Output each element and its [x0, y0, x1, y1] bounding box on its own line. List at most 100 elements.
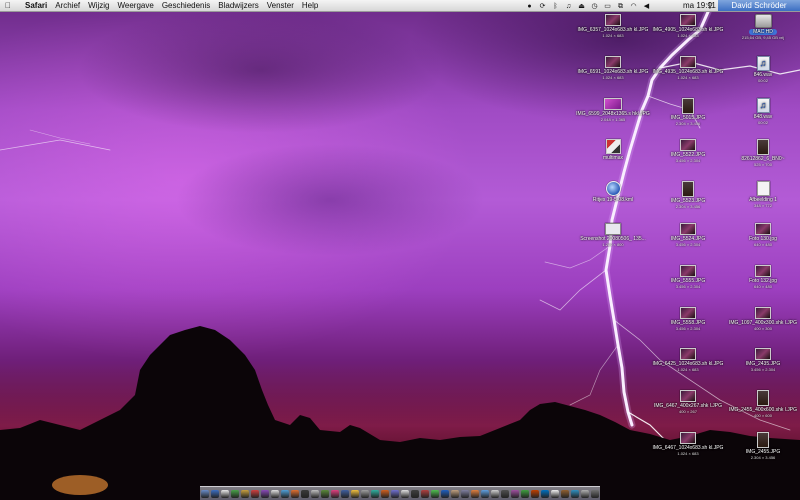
- dock-app-icon[interactable]: [211, 490, 219, 498]
- screen-sharing-icon[interactable]: ⧉: [616, 1, 625, 12]
- menu-weergave[interactable]: Weergave: [117, 0, 153, 11]
- desktop-icon[interactable]: IMG_5558.JPG 3.456 × 2.304: [648, 306, 728, 332]
- apple-menu-icon[interactable]: : [5, 0, 13, 11]
- desktop-icon[interactable]: multimax: [573, 139, 653, 161]
- dock-app-icon[interactable]: [581, 490, 589, 498]
- desktop-icon[interactable]: IMG_2435.JPG 3.456 × 2.304: [723, 348, 800, 373]
- dock-app-icon[interactable]: [531, 490, 539, 498]
- dock-app-icon[interactable]: [311, 490, 319, 498]
- dock-app-icon[interactable]: [241, 490, 249, 498]
- music-note-icon[interactable]: ♫: [564, 1, 573, 12]
- desktop-icon[interactable]: Ritjes 19-5-08.kml: [573, 181, 653, 203]
- dock-app-icon[interactable]: [221, 490, 229, 498]
- dock-app-icon[interactable]: [371, 490, 379, 498]
- menu-archief[interactable]: Archief: [55, 0, 80, 11]
- dock-app-icon[interactable]: [321, 490, 329, 498]
- volume-icon[interactable]: ◀: [642, 1, 651, 12]
- desktop-icon[interactable]: IMG_6467_400x267.shk l.JPG 400 × 267: [648, 390, 728, 415]
- desktop-icon[interactable]: 82612862_6_BN0~ 525 × 700: [723, 139, 800, 168]
- dock-app-icon[interactable]: [231, 490, 239, 498]
- desktop-icon[interactable]: IMG_6425_1024x683.sh kl.JPG 1.024 × 683: [648, 348, 728, 373]
- dock-app-icon[interactable]: [541, 490, 549, 498]
- dock-app-icon[interactable]: [421, 490, 429, 498]
- dock-app-icon[interactable]: [341, 490, 349, 498]
- desktop-icon-info: 2.304 × 3.456: [750, 455, 776, 460]
- dock-app-icon[interactable]: [201, 490, 209, 498]
- desktop-icon[interactable]: IMG_6357_1024x683.sh kl.JPG 1.024 × 683: [573, 14, 653, 39]
- desktop-icon[interactable]: IMG_5522.JPG 3.456 × 2.304: [648, 139, 728, 164]
- desktop-icon[interactable]: IMG_2455_400x600.shk l.JPG 400 × 600: [723, 390, 800, 419]
- sync-icon[interactable]: ⟳: [538, 1, 547, 12]
- dock-app-icon[interactable]: [481, 490, 489, 498]
- dock-app-icon[interactable]: [271, 490, 279, 498]
- dock-app-icon[interactable]: [391, 490, 399, 498]
- dock-app-icon[interactable]: [331, 490, 339, 498]
- desktop-icon[interactable]: IMG_6591_1024x683.sh kl.JPG 1.024 × 683: [573, 55, 653, 81]
- dock-app-icon[interactable]: [301, 490, 309, 498]
- dock-app-icon[interactable]: [261, 490, 269, 498]
- desktop-icon[interactable]: IMG_5555.JPG 3.456 × 2.304: [648, 264, 728, 290]
- desktop-icon[interactable]: ♫ 846.wav 00:02: [723, 55, 800, 84]
- menu-help[interactable]: Help: [302, 0, 318, 11]
- dock-app-icon[interactable]: [561, 490, 569, 498]
- image-file-icon: [680, 306, 696, 319]
- dock-app-icon[interactable]: [451, 490, 459, 498]
- desktop-icon[interactable]: IMG_4905_1024x683.sh kl.JPG 1.024 × 683: [648, 14, 728, 39]
- dock-app-icon[interactable]: [361, 490, 369, 498]
- dock-app-icon[interactable]: [291, 490, 299, 498]
- image-file-icon: [605, 55, 621, 68]
- dock-app-icon[interactable]: [471, 490, 479, 498]
- display-icon[interactable]: ▭: [603, 1, 612, 12]
- dock-app-icon[interactable]: [501, 490, 509, 498]
- dock-app-icon[interactable]: [591, 490, 599, 498]
- desktop-icon-info: 1.024 × 683: [677, 367, 699, 373]
- dock-app-icon[interactable]: [281, 490, 289, 498]
- desktop-icon-info: 3.456 × 2.304: [675, 283, 701, 289]
- desktop-icon[interactable]: IMG_6467_1024x683.sh kl.JPG 1.024 × 683: [648, 432, 728, 457]
- dock-app-icon[interactable]: [551, 490, 559, 498]
- dock-app-icon[interactable]: [411, 490, 419, 498]
- desktop-icon[interactable]: Foto 130.jpg 640 × 480: [723, 223, 800, 248]
- bluetooth-icon[interactable]: ᛒ: [551, 1, 560, 12]
- desktop-icon-info: 525 × 700: [754, 162, 772, 168]
- desktop-icon-info: 1.024 × 683: [602, 33, 624, 38]
- desktop-icon[interactable]: IMG_5523.JPG 2.304 × 3.456: [648, 181, 728, 210]
- desktop-icon[interactable]: Afbeelding 1 348 × 772: [723, 181, 800, 209]
- record-icon[interactable]: ●: [525, 1, 534, 12]
- desktop-icon[interactable]: Foto 132.jpg 640 × 480: [723, 264, 800, 290]
- fast-user-switch-menu[interactable]: David Schröder: [718, 0, 800, 11]
- desktop-icon[interactable]: Screenshot 20080506_ 135... 1.280 × 800: [573, 223, 653, 248]
- desktop-icon[interactable]: MAC HD 215,64 GB, 9,45 GB vrij: [723, 14, 800, 41]
- dock-app-icon[interactable]: [441, 490, 449, 498]
- dock-app-icon[interactable]: [381, 490, 389, 498]
- menu-bladwijzers[interactable]: Bladwijzers: [218, 0, 258, 11]
- desktop-icon[interactable]: IMG_6599_2048x1365.s hkl.JPG 2.048 × 1.36…: [573, 97, 653, 123]
- dock-app-icon[interactable]: [491, 490, 499, 498]
- desktop-icon-info: 00:02: [757, 77, 768, 83]
- desktop-icon[interactable]: IMG_2455.JPG 2.304 × 3.456: [723, 432, 800, 461]
- dock-app-icon[interactable]: [521, 490, 529, 498]
- eject-icon[interactable]: ⏏: [577, 1, 586, 12]
- desktop-icon[interactable]: IMG_1097_400x300.shk l.JPG 400 × 300: [723, 306, 800, 332]
- desktop-icon-info: 3.456 × 2.304: [675, 158, 701, 164]
- desktop-icon[interactable]: ♫ 848.wav 00:02: [723, 97, 800, 126]
- menu-geschiedenis[interactable]: Geschiedenis: [162, 0, 210, 11]
- dock-app-icon[interactable]: [431, 490, 439, 498]
- dock-app-icon[interactable]: [571, 490, 579, 498]
- menu-venster[interactable]: Venster: [267, 0, 294, 11]
- dock-app-icon[interactable]: [511, 490, 519, 498]
- menu-safari[interactable]: Safari: [25, 0, 47, 11]
- image-file-icon: [680, 348, 696, 361]
- desktop-icon[interactable]: IMG_5524.JPG 3.456 × 2.304: [648, 223, 728, 248]
- dock-app-icon[interactable]: [461, 490, 469, 498]
- time-machine-icon[interactable]: ◷: [590, 1, 599, 12]
- menu-wijzig[interactable]: Wijzig: [88, 0, 109, 11]
- desktop-icon[interactable]: IMG_5015.JPG 2.304 × 3.456: [648, 97, 728, 127]
- spotlight-search-icon[interactable]: ⚲: [707, 0, 713, 11]
- wifi-icon[interactable]: ◠: [629, 1, 638, 12]
- desktop-icon[interactable]: IMG_4935_1024x683.sh kl.JPG 1.024 × 683: [648, 55, 728, 81]
- image-file-icon: [680, 139, 696, 152]
- dock-app-icon[interactable]: [401, 490, 409, 498]
- dock-app-icon[interactable]: [251, 490, 259, 498]
- dock-app-icon[interactable]: [351, 490, 359, 498]
